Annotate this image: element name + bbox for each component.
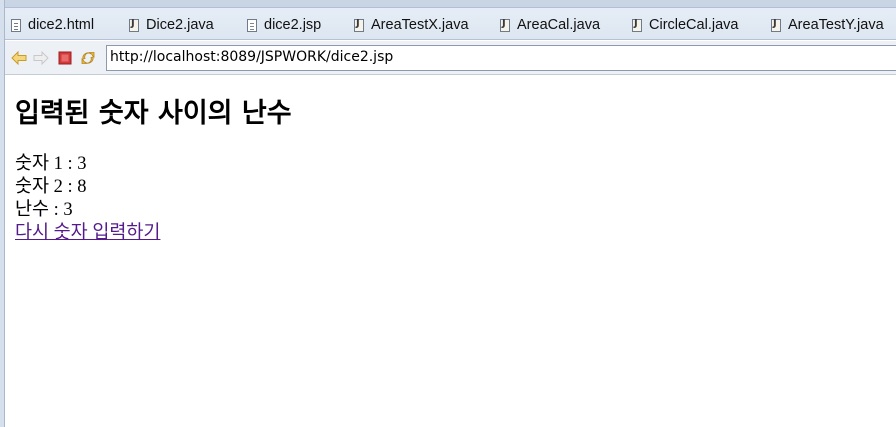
number1-text: 숫자 1 : 3 bbox=[15, 154, 87, 174]
tab-label: Dice2.java bbox=[146, 17, 214, 33]
page-content: 입력된 숫자 사이의 난수 숫자 1 : 3 숫자 2 : 8 난수 : 3 다… bbox=[15, 76, 885, 245]
tab-label: dice2.jsp bbox=[264, 17, 322, 33]
browser-toolbar: http://localhost:8089/JSPWORK/dice2.jsp bbox=[5, 41, 896, 75]
tab-bar-top-strip bbox=[5, 0, 896, 8]
tab-dice2-jsp[interactable]: dice2.jsp bbox=[247, 14, 321, 36]
random-result-text: 난수 : 3 bbox=[15, 200, 73, 220]
java-file-icon bbox=[500, 18, 510, 32]
tab-areatestx-java[interactable]: AreaTestX.java bbox=[354, 14, 469, 36]
result-lines: 숫자 1 : 3 숫자 2 : 8 난수 : 3 다시 숫자 입력하기 bbox=[15, 153, 885, 245]
page-heading: 입력된 숫자 사이의 난수 bbox=[15, 98, 292, 129]
url-input[interactable]: http://localhost:8089/JSPWORK/dice2.jsp bbox=[106, 45, 896, 71]
tab-dice2-html[interactable]: dice2.html bbox=[11, 14, 94, 36]
java-file-icon bbox=[632, 18, 642, 32]
tab-label: dice2.html bbox=[28, 17, 95, 33]
number2-text: 숫자 2 : 8 bbox=[15, 177, 87, 197]
stop-icon[interactable] bbox=[57, 50, 73, 66]
tab-areacal-java[interactable]: AreaCal.java bbox=[500, 14, 600, 36]
java-file-icon bbox=[771, 18, 781, 32]
back-arrow-icon[interactable] bbox=[11, 50, 27, 66]
jsp-file-icon bbox=[247, 18, 257, 32]
refresh-icon[interactable] bbox=[80, 50, 96, 66]
java-file-icon bbox=[354, 18, 364, 32]
retry-input-link[interactable]: 다시 숫자 입력하기 bbox=[15, 223, 160, 243]
tab-circlecal-java[interactable]: CircleCal.java bbox=[632, 14, 738, 36]
editor-tab-bar: dice2.html Dice2.java dice2.jsp AreaTest… bbox=[5, 0, 896, 40]
tab-label: AreaTestY.java bbox=[788, 17, 884, 33]
tab-areatesty-java[interactable]: AreaTestY.java bbox=[771, 14, 884, 36]
tab-dice2-java[interactable]: Dice2.java bbox=[129, 14, 214, 36]
tab-label: AreaCal.java bbox=[517, 17, 601, 33]
html-file-icon bbox=[11, 18, 21, 32]
forward-arrow-icon[interactable] bbox=[33, 50, 49, 66]
tab-label: AreaTestX.java bbox=[371, 17, 469, 33]
java-file-icon bbox=[129, 18, 139, 32]
tab-label: CircleCal.java bbox=[649, 17, 739, 33]
